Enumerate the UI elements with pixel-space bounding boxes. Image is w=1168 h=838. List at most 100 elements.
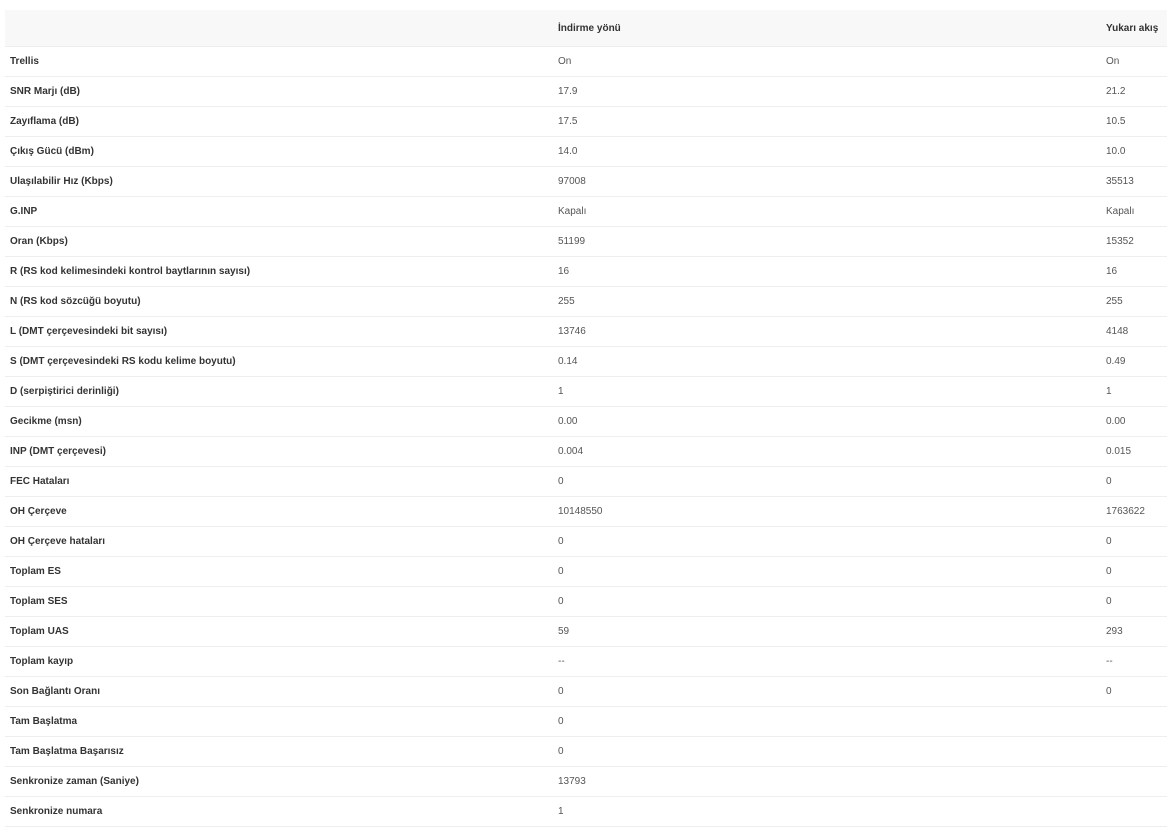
- table-row: S (DMT çerçevesindeki RS kodu kelime boy…: [5, 346, 1167, 377]
- dsl-stats-table: İndirme yönü Yukarı akış Trellis On On SNR …: [5, 10, 1167, 827]
- header-parameter: [5, 10, 553, 47]
- downstream-value: 0: [553, 466, 1101, 497]
- table-row: SNR Marjı (dB) 17.9 21.2: [5, 76, 1167, 107]
- table-row: D (serpiştirici derinliği) 1 1: [5, 376, 1167, 407]
- upstream-value: On: [1101, 46, 1167, 77]
- downstream-value: 17.9: [553, 76, 1101, 107]
- table-row: G.INP Kapalı Kapalı: [5, 196, 1167, 227]
- row-label: Tam Başlatma Başarısız: [5, 736, 553, 767]
- table-row: Toplam kayıp -- --: [5, 646, 1167, 677]
- table-row: N (RS kod sözcüğü boyutu) 255 255: [5, 286, 1167, 317]
- table-row: R (RS kod kelimesindeki kontrol baytları…: [5, 256, 1167, 287]
- table-row: OH Çerçeve 10148550 1763622: [5, 496, 1167, 527]
- upstream-value: 21.2: [1101, 76, 1167, 107]
- table-row: Gecikme (msn) 0.00 0.00: [5, 406, 1167, 437]
- row-label: R (RS kod kelimesindeki kontrol baytları…: [5, 256, 553, 287]
- upstream-value: Kapalı: [1101, 196, 1167, 227]
- row-label: S (DMT çerçevesindeki RS kodu kelime boy…: [5, 346, 553, 377]
- table-row: Toplam UAS 59 293: [5, 616, 1167, 647]
- row-label: Son Bağlantı Oranı: [5, 676, 553, 707]
- upstream-value: 293: [1101, 616, 1167, 647]
- downstream-value: 13793: [553, 766, 1101, 797]
- row-label: Toplam kayıp: [5, 646, 553, 677]
- table-row: Trellis On On: [5, 46, 1167, 77]
- row-label: SNR Marjı (dB): [5, 76, 553, 107]
- downstream-value: 0: [553, 556, 1101, 587]
- upstream-value: --: [1101, 646, 1167, 677]
- row-label: G.INP: [5, 196, 553, 227]
- downstream-value: 255: [553, 286, 1101, 317]
- table-row: Toplam SES 0 0: [5, 586, 1167, 617]
- row-label: Zayıflama (dB): [5, 106, 553, 137]
- upstream-value: 0: [1101, 586, 1167, 617]
- downstream-value: 97008: [553, 166, 1101, 197]
- upstream-value: 0: [1101, 676, 1167, 707]
- row-label: Toplam ES: [5, 556, 553, 587]
- upstream-value: 0.00: [1101, 406, 1167, 437]
- table-row: OH Çerçeve hataları 0 0: [5, 526, 1167, 557]
- table-row: Tam Başlatma Başarısız 0: [5, 736, 1167, 767]
- upstream-value: 10.0: [1101, 136, 1167, 167]
- upstream-value: 15352: [1101, 226, 1167, 257]
- row-label: Toplam UAS: [5, 616, 553, 647]
- upstream-value: 0.49: [1101, 346, 1167, 377]
- table-row: Oran (Kbps) 51199 15352: [5, 226, 1167, 257]
- table-header: İndirme yönü Yukarı akış: [5, 10, 1167, 47]
- upstream-value: [1101, 736, 1167, 767]
- downstream-value: 1: [553, 796, 1101, 827]
- upstream-value: 1763622: [1101, 496, 1167, 527]
- row-label: N (RS kod sözcüğü boyutu): [5, 286, 553, 317]
- upstream-value: 0: [1101, 556, 1167, 587]
- downstream-value: 13746: [553, 316, 1101, 347]
- downstream-value: 59: [553, 616, 1101, 647]
- row-label: L (DMT çerçevesindeki bit sayısı): [5, 316, 553, 347]
- row-label: Çıkış Gücü (dBm): [5, 136, 553, 167]
- row-label: Tam Başlatma: [5, 706, 553, 737]
- upstream-value: 255: [1101, 286, 1167, 317]
- table-row: Toplam ES 0 0: [5, 556, 1167, 587]
- row-label: Senkronize zaman (Saniye): [5, 766, 553, 797]
- header-upstream: Yukarı akış: [1101, 10, 1167, 47]
- upstream-value: 0: [1101, 526, 1167, 557]
- upstream-value: [1101, 796, 1167, 827]
- upstream-value: [1101, 706, 1167, 737]
- table-row: Zayıflama (dB) 17.5 10.5: [5, 106, 1167, 137]
- downstream-value: 0: [553, 676, 1101, 707]
- upstream-value: 4148: [1101, 316, 1167, 347]
- table-row: Senkronize zaman (Saniye) 13793: [5, 766, 1167, 797]
- upstream-value: 0.015: [1101, 436, 1167, 467]
- row-label: OH Çerçeve: [5, 496, 553, 527]
- downstream-value: On: [553, 46, 1101, 77]
- downstream-value: 0.004: [553, 436, 1101, 467]
- header-row: İndirme yönü Yukarı akış: [5, 10, 1167, 47]
- downstream-value: Kapalı: [553, 196, 1101, 227]
- downstream-value: 0: [553, 706, 1101, 737]
- downstream-value: 0.14: [553, 346, 1101, 377]
- upstream-value: 0: [1101, 466, 1167, 497]
- header-downstream: İndirme yönü: [553, 10, 1101, 47]
- downstream-value: --: [553, 646, 1101, 677]
- row-label: D (serpiştirici derinliği): [5, 376, 553, 407]
- row-label: Toplam SES: [5, 586, 553, 617]
- downstream-value: 10148550: [553, 496, 1101, 527]
- table-row: Son Bağlantı Oranı 0 0: [5, 676, 1167, 707]
- downstream-value: 51199: [553, 226, 1101, 257]
- upstream-value: 35513: [1101, 166, 1167, 197]
- table-row: FEC Hataları 0 0: [5, 466, 1167, 497]
- downstream-value: 16: [553, 256, 1101, 287]
- downstream-value: 0: [553, 586, 1101, 617]
- row-label: OH Çerçeve hataları: [5, 526, 553, 557]
- row-label: Ulaşılabilir Hız (Kbps): [5, 166, 553, 197]
- table-row: Senkronize numara 1: [5, 796, 1167, 827]
- table-row: INP (DMT çerçevesi) 0.004 0.015: [5, 436, 1167, 467]
- downstream-value: 0: [553, 526, 1101, 557]
- downstream-value: 0: [553, 736, 1101, 767]
- dsl-stats-panel: İndirme yönü Yukarı akış Trellis On On SNR …: [5, 10, 1167, 827]
- downstream-value: 14.0: [553, 136, 1101, 167]
- upstream-value: [1101, 766, 1167, 797]
- upstream-value: 10.5: [1101, 106, 1167, 137]
- table-row: L (DMT çerçevesindeki bit sayısı) 13746 41…: [5, 316, 1167, 347]
- row-label: FEC Hataları: [5, 466, 553, 497]
- upstream-value: 16: [1101, 256, 1167, 287]
- table-row: Ulaşılabilir Hız (Kbps) 97008 35513: [5, 166, 1167, 197]
